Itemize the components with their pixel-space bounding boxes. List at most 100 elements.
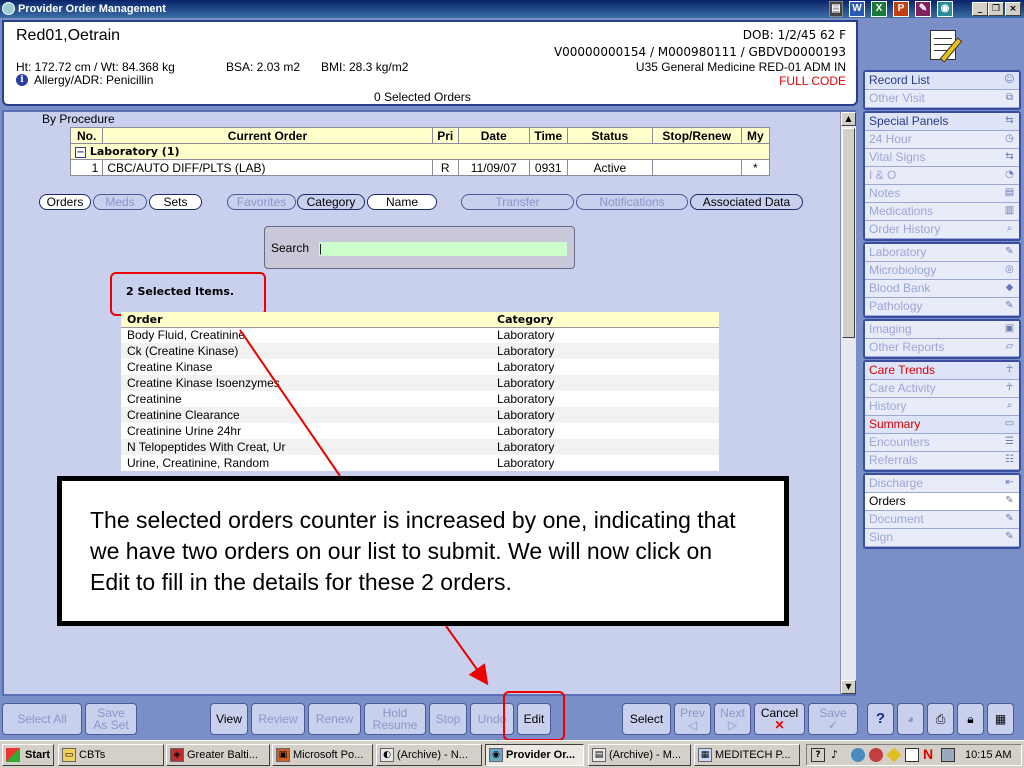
sidebar-item-other-visit[interactable]: Other Visit ⧉ <box>865 90 1019 108</box>
taskbar-item[interactable]: ◈ Greater Balti... <box>166 744 270 766</box>
renew-button[interactable]: Renew <box>308 703 361 735</box>
sidebar-item-label: Other Reports <box>869 340 945 354</box>
sidebar-item-icon: ✎ <box>1005 246 1014 257</box>
sidebar-item-label: Blood Bank <box>869 281 931 295</box>
sidebar-item-referrals[interactable]: Referrals ☷ <box>865 452 1019 470</box>
taskbar-item[interactable]: ◐ (Archive) - N... <box>376 744 482 766</box>
sidebar: Record List ☺ Other Visit ⧉ Special Panels ⇆… <box>860 20 1024 700</box>
sidebar-item-label: History <box>869 399 907 413</box>
sidebar-item-i-o[interactable]: I & O ◔ <box>865 167 1019 185</box>
lock-icon[interactable]: 🔒︎ <box>957 703 984 735</box>
print-icon[interactable]: ⎙ <box>927 703 954 735</box>
hold-resume-button[interactable]: Hold Resume <box>364 703 426 735</box>
sidebar-item-vital-signs[interactable]: Vital Signs ⇆ <box>865 149 1019 167</box>
sidebar-item-notes[interactable]: Notes ▤ <box>865 185 1019 203</box>
sidebar-item-icon: ⇆ <box>1005 115 1014 126</box>
taskbar-item[interactable]: ◉ Provider Or... <box>485 744 584 766</box>
volume-icon[interactable]: ♪ <box>831 748 838 761</box>
sidebar-item-summary[interactable]: Summary ▭ <box>865 416 1019 434</box>
sidebar-item-label: Care Activity <box>869 381 936 395</box>
next-button[interactable]: Next ▷ <box>714 703 751 735</box>
taskbar-app-icon: ◐ <box>380 748 394 762</box>
windows-taskbar: Start ▭ CBTs ◈ Greater Balti... ▣ Microsoft P… <box>0 740 1024 768</box>
sidebar-item-label: Sign <box>869 530 894 544</box>
taskbar-item[interactable]: ▤ (Archive) - M... <box>588 744 691 766</box>
keyboard-icon[interactable]: ▦ <box>987 703 1014 735</box>
sidebar-group-reports: Imaging ▣ Other Reports ▱ <box>863 319 1021 359</box>
sidebar-item-icon: ◷ <box>1005 133 1014 144</box>
sidebar-item-laboratory[interactable]: Laboratory ✎ <box>865 244 1019 262</box>
sidebar-item-care-trends[interactable]: Care Trends ☥ <box>865 362 1019 380</box>
sidebar-item-label: Laboratory <box>869 245 927 259</box>
sidebar-item-orders[interactable]: Orders ✎ <box>865 493 1019 511</box>
sidebar-item-label: Vital Signs <box>869 150 926 164</box>
windows-logo-icon <box>6 748 20 762</box>
sidebar-item-history[interactable]: History ⌕ <box>865 398 1019 416</box>
sidebar-item-record-list[interactable]: Record List ☺ <box>865 72 1019 90</box>
sidebar-item-icon: ◎ <box>1005 264 1014 275</box>
select-all-button[interactable]: Select All <box>2 703 82 735</box>
taskbar-app-icon: ◉ <box>489 748 503 762</box>
stop-button[interactable]: Stop <box>429 703 467 735</box>
sidebar-item-label: Encounters <box>869 435 930 449</box>
tray-app-icon[interactable] <box>886 747 902 763</box>
ghost-icon[interactable]: ◕ <box>897 703 924 735</box>
sidebar-item-icon: ✎ <box>1005 300 1014 311</box>
taskbar-app-icon: ▤ <box>592 748 606 762</box>
antivirus-icon[interactable] <box>869 748 883 762</box>
help-tray-icon[interactable]: ? <box>811 748 825 762</box>
sidebar-item-encounters[interactable]: Encounters ☰ <box>865 434 1019 452</box>
sidebar-item-icon: ▥ <box>1004 205 1015 216</box>
save-as-set-button[interactable]: Save As Set <box>85 703 137 735</box>
cancel-button[interactable]: Cancel ✕ <box>754 703 805 735</box>
sidebar-item-24-hour[interactable]: 24 Hour ◷ <box>865 131 1019 149</box>
sidebar-item-imaging[interactable]: Imaging ▣ <box>865 321 1019 339</box>
sidebar-item-microbiology[interactable]: Microbiology ◎ <box>865 262 1019 280</box>
sidebar-item-icon: ▱ <box>1005 341 1014 352</box>
sidebar-item-label: Referrals <box>869 453 918 467</box>
sidebar-item-special-panels[interactable]: Special Panels ⇆ <box>865 113 1019 131</box>
sidebar-item-icon: ☷ <box>1005 454 1014 465</box>
sidebar-item-blood-bank[interactable]: Blood Bank ◆ <box>865 280 1019 298</box>
save-button[interactable]: Save ✓ <box>808 703 858 735</box>
notepad-pencil-icon[interactable] <box>926 24 968 64</box>
sidebar-item-medications[interactable]: Medications ▥ <box>865 203 1019 221</box>
sidebar-item-other-reports[interactable]: Other Reports ▱ <box>865 339 1019 357</box>
taskbar-item[interactable]: ▦ MEDITECH P... <box>694 744 800 766</box>
sidebar-item-label: Care Trends <box>869 363 936 377</box>
prev-button[interactable]: Prev ◁ <box>674 703 711 735</box>
sidebar-item-label: Imaging <box>869 322 912 336</box>
tray-window-icon[interactable] <box>905 748 919 762</box>
view-button[interactable]: View <box>210 703 248 735</box>
tray-display-icon[interactable] <box>941 748 955 762</box>
sidebar-item-document[interactable]: Document ✎ <box>865 511 1019 529</box>
sidebar-item-label: Record List <box>869 73 930 87</box>
taskbar-item[interactable]: ▭ CBTs <box>58 744 164 766</box>
taskbar-item[interactable]: ▣ Microsoft Po... <box>272 744 373 766</box>
sidebar-group-panels: Special Panels ⇆ 24 Hour ◷ Vital Signs ⇆ I & O… <box>863 111 1021 241</box>
network-icon[interactable] <box>851 748 865 762</box>
sidebar-item-label: Microbiology <box>869 263 937 277</box>
callout-text: The selected orders counter is increased… <box>61 480 785 622</box>
sidebar-item-icon: ◆ <box>1005 282 1014 293</box>
save-check-icon: ✓ <box>827 718 839 732</box>
sidebar-item-label: Other Visit <box>869 91 925 105</box>
sidebar-item-care-activity[interactable]: Care Activity ☥ <box>865 380 1019 398</box>
sidebar-item-discharge[interactable]: Discharge ⇤ <box>865 475 1019 493</box>
select-button[interactable]: Select <box>622 703 671 735</box>
sidebar-item-sign[interactable]: Sign ✎ <box>865 529 1019 547</box>
tray-n-icon[interactable]: N <box>923 746 933 762</box>
arrow-to-selected-items <box>239 329 341 477</box>
sidebar-group-care: Care Trends ☥ Care Activity ☥ History ⌕ Summar… <box>863 360 1021 472</box>
sidebar-item-icon: ⧉ <box>1005 92 1014 103</box>
sidebar-item-pathology[interactable]: Pathology ✎ <box>865 298 1019 316</box>
sidebar-item-icon: ⇆ <box>1005 151 1014 162</box>
help-button[interactable]: ? <box>867 703 894 735</box>
sidebar-item-order-history[interactable]: Order History ⌕ <box>865 221 1019 239</box>
review-button[interactable]: Review <box>251 703 305 735</box>
arrow-to-edit <box>445 625 489 686</box>
system-tray: ? ♪ N 10:15 AM <box>806 744 1022 766</box>
sidebar-item-label: Orders <box>869 494 906 508</box>
start-button[interactable]: Start <box>2 744 54 766</box>
sidebar-item-icon: ▭ <box>1004 418 1015 429</box>
